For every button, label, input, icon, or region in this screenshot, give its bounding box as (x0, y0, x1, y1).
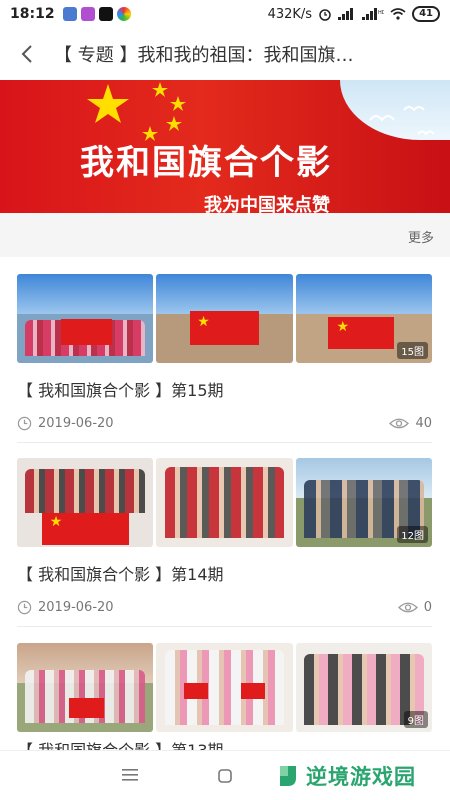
top-bar: 【 专题 】我和我的祖国：我和国旗… (0, 28, 450, 80)
back-button[interactable] (0, 28, 54, 80)
divider (17, 442, 432, 443)
image-count-badge: 15图 (397, 342, 428, 359)
watermark: 逆境游戏园 (276, 761, 416, 791)
chevron-left-icon (21, 45, 32, 63)
view-count: 0 (397, 599, 432, 615)
status-app-icons (62, 7, 131, 21)
clock-icon (17, 416, 32, 430)
watermark-logo-icon (280, 766, 296, 786)
image-count-badge: 9图 (403, 711, 428, 728)
banner-subtitle: 我为中国来点赞 (204, 195, 330, 213)
views-text: 0 (423, 599, 432, 615)
topic-banner[interactable]: 我和国旗合个影 我为中国来点赞 (0, 80, 450, 213)
battery-indicator: 41 (412, 6, 440, 22)
clock-icon (17, 600, 32, 614)
photo-thumbnail[interactable]: ★ (17, 458, 154, 547)
photo-thumbnail[interactable]: ★ 15图 (295, 274, 432, 363)
status-right: 432K/s HD 41 (268, 6, 440, 22)
divider (17, 626, 432, 627)
date-text: 2019-06-20 (38, 415, 114, 431)
photo-thumbnail[interactable]: ★ (156, 274, 293, 363)
alarm-icon (319, 9, 331, 21)
app-notification-icon (62, 7, 77, 21)
photo-thumbnail[interactable] (17, 274, 154, 363)
thumbnail-row: ★ 12图 (17, 458, 432, 547)
status-time: 18:12 (10, 6, 55, 22)
svg-text:HD: HD (378, 10, 384, 16)
home-icon[interactable] (218, 769, 232, 783)
wifi-icon (390, 8, 406, 20)
publish-date: 2019-06-20 (17, 416, 114, 431)
app-notification-icon (80, 7, 95, 21)
article-meta: 2019-06-20 40 (17, 413, 432, 433)
publish-date: 2019-06-20 (17, 600, 114, 615)
doves-icon (369, 106, 435, 136)
page-title: 【 专题 】我和我的祖国：我和国旗… (54, 45, 354, 66)
article-meta: 2019-06-20 0 (17, 597, 432, 617)
photo-thumbnail[interactable] (156, 458, 293, 547)
eye-icon (397, 602, 418, 612)
photo-thumbnail[interactable] (156, 643, 293, 732)
thumbnail-row: 9图 (17, 643, 432, 732)
article-title: 【 我和国旗合个影 】第14期 (17, 565, 224, 584)
app-notification-icon (116, 7, 131, 21)
section-header: 更多 (0, 213, 450, 257)
photo-thumbnail[interactable]: 9图 (295, 643, 432, 732)
eye-icon (389, 418, 410, 428)
banner-title: 我和国旗合个影 (80, 143, 332, 183)
menu-icon[interactable] (122, 769, 138, 781)
net-speed: 432K/s (267, 6, 313, 22)
thumbnail-row: ★ ★ 15图 (17, 274, 432, 363)
photo-thumbnail[interactable]: 12图 (295, 458, 432, 547)
date-text: 2019-06-20 (38, 599, 114, 615)
more-link[interactable]: 更多 (408, 227, 434, 246)
article-card[interactable]: 9图 (17, 643, 432, 732)
image-count-badge: 12图 (397, 526, 428, 543)
watermark-text: 逆境游戏园 (306, 765, 416, 789)
article-card[interactable]: ★ 12图 【 我和国旗合个影 】第14期 2019-06-20 0 (17, 458, 432, 617)
tiktok-icon (98, 7, 113, 21)
photo-thumbnail[interactable] (17, 643, 154, 732)
signal-hd-icon: HD (362, 8, 384, 20)
article-card[interactable]: ★ ★ 15图 【 我和国旗合个影 】第15期 2019-06-20 40 (17, 274, 432, 433)
signal-icon (338, 8, 354, 20)
status-bar: 18:12 432K/s HD 41 (0, 0, 450, 28)
article-title: 【 我和国旗合个影 】第15期 (17, 381, 224, 400)
views-text: 40 (415, 415, 432, 431)
view-count: 40 (389, 416, 432, 431)
